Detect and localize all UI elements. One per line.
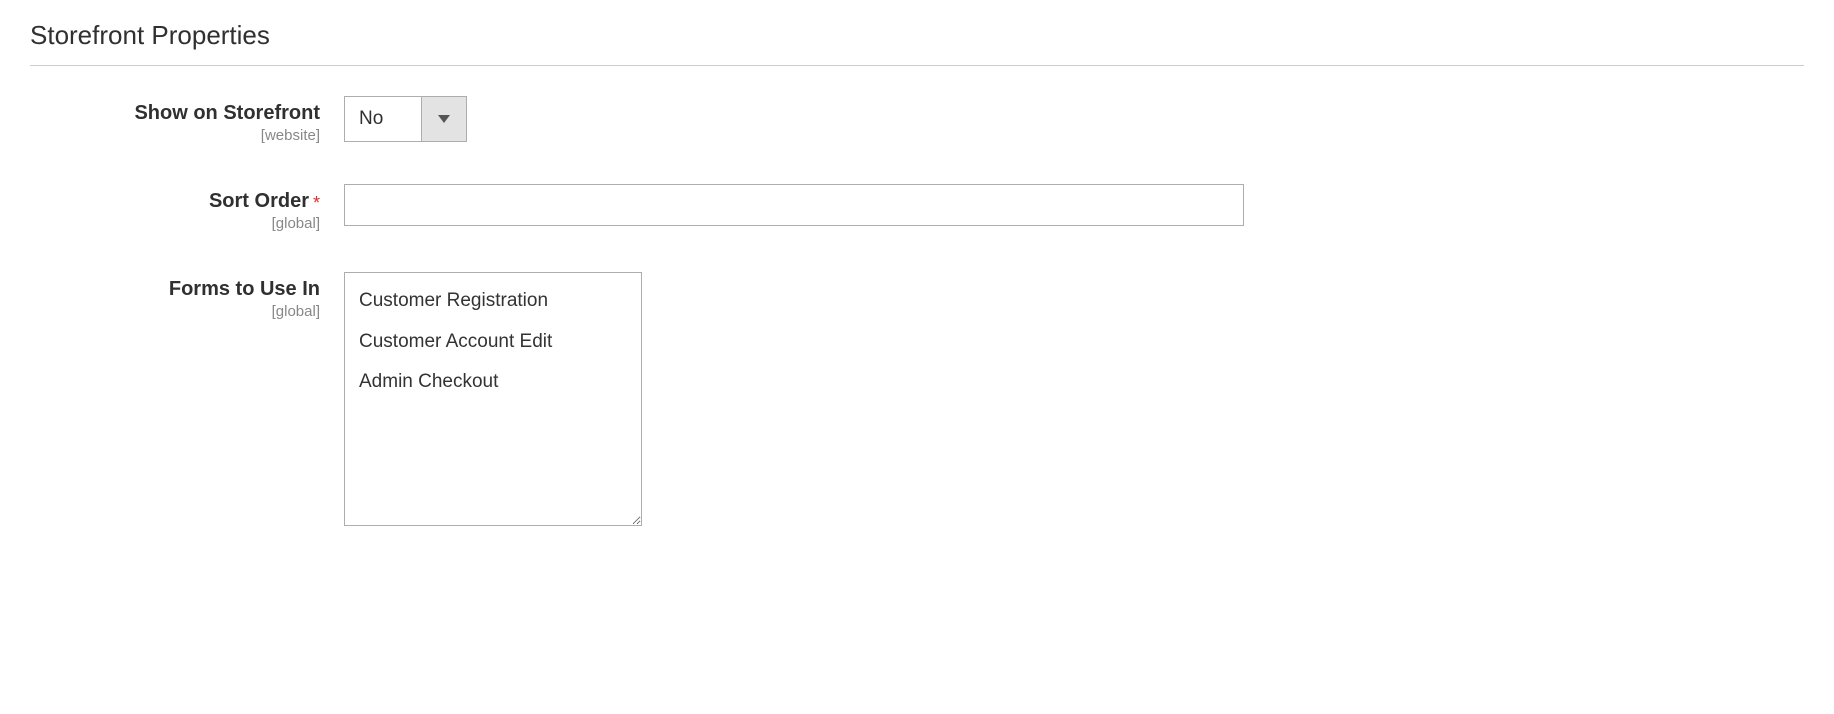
storefront-properties-section: Storefront Properties Show on Storefront… bbox=[0, 0, 1834, 596]
show-on-storefront-select[interactable]: No bbox=[344, 96, 467, 142]
multiselect-option[interactable]: Admin Checkout bbox=[345, 362, 641, 403]
select-value: No bbox=[345, 97, 421, 141]
label-text: Show on Storefront bbox=[134, 102, 320, 125]
field-show-on-storefront: Show on Storefront [website] No bbox=[30, 96, 1804, 144]
label-text: Forms to Use In bbox=[169, 278, 320, 301]
field-sort-order: Sort Order* [global] bbox=[30, 184, 1804, 232]
section-title: Storefront Properties bbox=[30, 20, 1804, 51]
select-toggle-button[interactable] bbox=[421, 97, 466, 141]
sort-order-input[interactable] bbox=[344, 184, 1244, 226]
label-sort-order: Sort Order* [global] bbox=[30, 184, 344, 232]
control-col: No bbox=[344, 96, 1804, 142]
forms-to-use-in-multiselect[interactable]: Customer Registration Customer Account E… bbox=[344, 272, 642, 526]
multiselect-option[interactable]: Customer Registration bbox=[345, 281, 641, 322]
label-scope: [global] bbox=[30, 303, 320, 320]
control-col: Customer Registration Customer Account E… bbox=[344, 272, 1804, 526]
required-asterisk: * bbox=[313, 193, 320, 213]
section-divider bbox=[30, 65, 1804, 66]
control-col bbox=[344, 184, 1804, 226]
label-scope: [website] bbox=[30, 127, 320, 144]
label-forms-to-use-in: Forms to Use In [global] bbox=[30, 272, 344, 320]
label-scope: [global] bbox=[30, 215, 320, 232]
multiselect-option[interactable]: Customer Account Edit bbox=[345, 322, 641, 363]
label-show-on-storefront: Show on Storefront [website] bbox=[30, 96, 344, 144]
field-forms-to-use-in: Forms to Use In [global] Customer Regist… bbox=[30, 272, 1804, 526]
chevron-down-icon bbox=[438, 115, 450, 123]
label-text: Sort Order bbox=[209, 190, 309, 213]
